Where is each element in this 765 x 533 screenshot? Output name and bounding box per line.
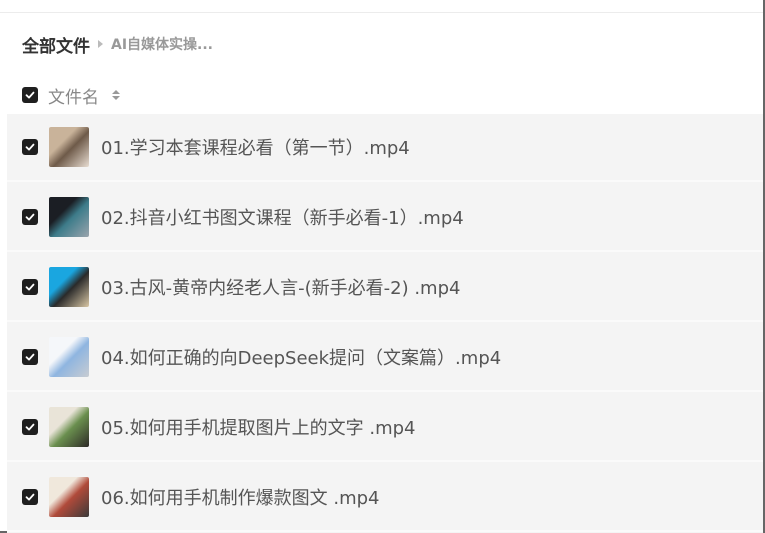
file-row-checkbox[interactable] [22, 209, 38, 225]
checkmark-icon [25, 91, 35, 99]
file-row-checkbox[interactable] [22, 419, 38, 435]
video-thumbnail-icon[interactable] [49, 267, 89, 307]
breadcrumb-root[interactable]: 全部文件 [22, 32, 90, 57]
file-row-checkbox[interactable] [22, 489, 38, 505]
video-thumbnail-icon[interactable] [49, 337, 89, 377]
file-browser-panel: 全部文件 AI自媒体实操... 文件名 01.学习本套课程必看（第一节）.mp4… [0, 0, 765, 533]
video-thumbnail-icon[interactable] [49, 197, 89, 237]
breadcrumb: 全部文件 AI自媒体实操... [22, 30, 213, 58]
top-divider [0, 12, 763, 13]
sort-icon[interactable] [112, 90, 120, 100]
file-row-checkbox[interactable] [22, 279, 38, 295]
file-name[interactable]: 01.学习本套课程必看（第一节）.mp4 [101, 134, 410, 160]
select-all-checkbox[interactable] [22, 87, 38, 103]
file-name[interactable]: 05.如何用手机提取图片上的文字 .mp4 [101, 414, 415, 440]
file-row-checkbox[interactable] [22, 349, 38, 365]
file-row[interactable]: 05.如何用手机提取图片上的文字 .mp4 [7, 394, 763, 462]
breadcrumb-current[interactable]: AI自媒体实操... [111, 34, 213, 54]
file-list: 01.学习本套课程必看（第一节）.mp4 02.抖音小红书图文课程（新手必看-1）… [7, 114, 763, 533]
checkmark-icon [25, 283, 35, 291]
list-header: 文件名 [22, 82, 120, 108]
file-row[interactable]: 03.古风-黄帝内经老人言-(新手必看-2) .mp4 [7, 254, 763, 322]
checkmark-icon [25, 213, 35, 221]
checkmark-icon [25, 493, 35, 501]
file-name[interactable]: 03.古风-黄帝内经老人言-(新手必看-2) .mp4 [101, 274, 460, 300]
checkmark-icon [25, 353, 35, 361]
file-row[interactable]: 04.如何正确的向DeepSeek提问（文案篇）.mp4 [7, 324, 763, 392]
video-thumbnail-icon[interactable] [49, 127, 89, 167]
file-row-checkbox[interactable] [22, 139, 38, 155]
file-name[interactable]: 06.如何用手机制作爆款图文 .mp4 [101, 484, 379, 510]
file-row[interactable]: 06.如何用手机制作爆款图文 .mp4 [7, 464, 763, 532]
file-row[interactable]: 01.学习本套课程必看（第一节）.mp4 [7, 114, 763, 182]
breadcrumb-separator-icon [98, 40, 103, 48]
checkmark-icon [25, 423, 35, 431]
video-thumbnail-icon[interactable] [49, 407, 89, 447]
file-row[interactable]: 02.抖音小红书图文课程（新手必看-1）.mp4 [7, 184, 763, 252]
file-name[interactable]: 04.如何正确的向DeepSeek提问（文案篇）.mp4 [101, 344, 501, 370]
checkmark-icon [25, 143, 35, 151]
filename-column-header[interactable]: 文件名 [48, 83, 99, 108]
video-thumbnail-icon[interactable] [49, 477, 89, 517]
file-name[interactable]: 02.抖音小红书图文课程（新手必看-1）.mp4 [101, 204, 464, 230]
